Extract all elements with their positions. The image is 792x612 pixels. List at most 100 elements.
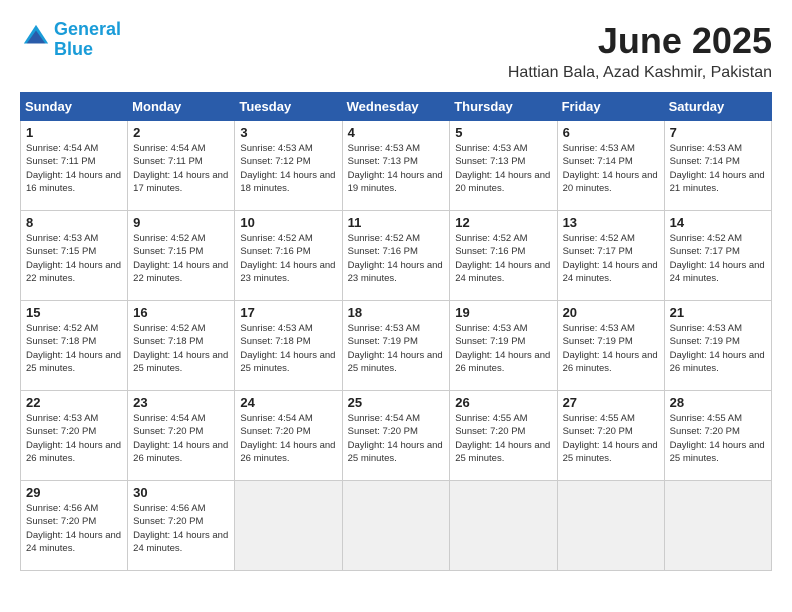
day-info: Sunrise: 4:55 AM Sunset: 7:20 PM Dayligh…: [670, 412, 766, 465]
day-info: Sunrise: 4:54 AM Sunset: 7:20 PM Dayligh…: [133, 412, 229, 465]
day-cell: 23 Sunrise: 4:54 AM Sunset: 7:20 PM Dayl…: [128, 391, 235, 481]
day-cell: 27 Sunrise: 4:55 AM Sunset: 7:20 PM Dayl…: [557, 391, 664, 481]
day-info: Sunrise: 4:53 AM Sunset: 7:18 PM Dayligh…: [240, 322, 336, 375]
day-cell: 16 Sunrise: 4:52 AM Sunset: 7:18 PM Dayl…: [128, 301, 235, 391]
day-info: Sunrise: 4:53 AM Sunset: 7:14 PM Dayligh…: [670, 142, 766, 195]
day-info: Sunrise: 4:53 AM Sunset: 7:19 PM Dayligh…: [348, 322, 445, 375]
day-info: Sunrise: 4:53 AM Sunset: 7:19 PM Dayligh…: [563, 322, 659, 375]
day-cell: 7 Sunrise: 4:53 AM Sunset: 7:14 PM Dayli…: [664, 121, 771, 211]
day-info: Sunrise: 4:52 AM Sunset: 7:18 PM Dayligh…: [26, 322, 122, 375]
day-info: Sunrise: 4:52 AM Sunset: 7:16 PM Dayligh…: [348, 232, 445, 285]
day-number: 10: [240, 215, 336, 230]
day-cell: 10 Sunrise: 4:52 AM Sunset: 7:16 PM Dayl…: [235, 211, 342, 301]
day-number: 20: [563, 305, 659, 320]
day-info: Sunrise: 4:54 AM Sunset: 7:11 PM Dayligh…: [133, 142, 229, 195]
day-number: 27: [563, 395, 659, 410]
day-info: Sunrise: 4:53 AM Sunset: 7:19 PM Dayligh…: [455, 322, 551, 375]
day-number: 17: [240, 305, 336, 320]
day-info: Sunrise: 4:54 AM Sunset: 7:11 PM Dayligh…: [26, 142, 122, 195]
day-number: 5: [455, 125, 551, 140]
location-title: Hattian Bala, Azad Kashmir, Pakistan: [508, 64, 772, 82]
day-number: 26: [455, 395, 551, 410]
day-info: Sunrise: 4:53 AM Sunset: 7:13 PM Dayligh…: [455, 142, 551, 195]
logo-text: General Blue: [54, 20, 121, 60]
weekday-header-tuesday: Tuesday: [235, 93, 342, 121]
day-info: Sunrise: 4:52 AM Sunset: 7:18 PM Dayligh…: [133, 322, 229, 375]
day-cell: 29 Sunrise: 4:56 AM Sunset: 7:20 PM Dayl…: [21, 481, 128, 571]
day-cell: 30 Sunrise: 4:56 AM Sunset: 7:20 PM Dayl…: [128, 481, 235, 571]
day-cell: 28 Sunrise: 4:55 AM Sunset: 7:20 PM Dayl…: [664, 391, 771, 481]
day-number: 9: [133, 215, 229, 230]
day-number: 18: [348, 305, 445, 320]
day-number: 4: [348, 125, 445, 140]
day-cell: 25 Sunrise: 4:54 AM Sunset: 7:20 PM Dayl…: [342, 391, 450, 481]
day-info: Sunrise: 4:53 AM Sunset: 7:19 PM Dayligh…: [670, 322, 766, 375]
day-info: Sunrise: 4:52 AM Sunset: 7:17 PM Dayligh…: [670, 232, 766, 285]
day-cell: 20 Sunrise: 4:53 AM Sunset: 7:19 PM Dayl…: [557, 301, 664, 391]
day-number: 16: [133, 305, 229, 320]
weekday-header-sunday: Sunday: [21, 93, 128, 121]
day-number: 12: [455, 215, 551, 230]
day-info: Sunrise: 4:56 AM Sunset: 7:20 PM Dayligh…: [26, 502, 122, 555]
day-cell: 14 Sunrise: 4:52 AM Sunset: 7:17 PM Dayl…: [664, 211, 771, 301]
day-number: 23: [133, 395, 229, 410]
day-number: 30: [133, 485, 229, 500]
weekday-header-row: SundayMondayTuesdayWednesdayThursdayFrid…: [21, 93, 772, 121]
logo-icon: [22, 23, 50, 51]
day-info: Sunrise: 4:54 AM Sunset: 7:20 PM Dayligh…: [348, 412, 445, 465]
weekday-header-friday: Friday: [557, 93, 664, 121]
day-cell: 9 Sunrise: 4:52 AM Sunset: 7:15 PM Dayli…: [128, 211, 235, 301]
day-cell: 4 Sunrise: 4:53 AM Sunset: 7:13 PM Dayli…: [342, 121, 450, 211]
day-cell: 6 Sunrise: 4:53 AM Sunset: 7:14 PM Dayli…: [557, 121, 664, 211]
logo: General Blue: [20, 20, 121, 60]
month-title: June 2025: [508, 20, 772, 62]
day-cell: 17 Sunrise: 4:53 AM Sunset: 7:18 PM Dayl…: [235, 301, 342, 391]
day-number: 28: [670, 395, 766, 410]
day-cell: 22 Sunrise: 4:53 AM Sunset: 7:20 PM Dayl…: [21, 391, 128, 481]
day-number: 2: [133, 125, 229, 140]
weekday-header-monday: Monday: [128, 93, 235, 121]
day-cell: 2 Sunrise: 4:54 AM Sunset: 7:11 PM Dayli…: [128, 121, 235, 211]
day-info: Sunrise: 4:52 AM Sunset: 7:16 PM Dayligh…: [240, 232, 336, 285]
day-cell: 18 Sunrise: 4:53 AM Sunset: 7:19 PM Dayl…: [342, 301, 450, 391]
day-cell: 1 Sunrise: 4:54 AM Sunset: 7:11 PM Dayli…: [21, 121, 128, 211]
week-row-2: 8 Sunrise: 4:53 AM Sunset: 7:15 PM Dayli…: [21, 211, 772, 301]
calendar-table: SundayMondayTuesdayWednesdayThursdayFrid…: [20, 92, 772, 571]
day-info: Sunrise: 4:53 AM Sunset: 7:14 PM Dayligh…: [563, 142, 659, 195]
page-header: General Blue June 2025 Hattian Bala, Aza…: [20, 20, 772, 82]
day-number: 29: [26, 485, 122, 500]
day-info: Sunrise: 4:52 AM Sunset: 7:15 PM Dayligh…: [133, 232, 229, 285]
title-area: June 2025 Hattian Bala, Azad Kashmir, Pa…: [508, 20, 772, 82]
week-row-5: 29 Sunrise: 4:56 AM Sunset: 7:20 PM Dayl…: [21, 481, 772, 571]
day-cell: [450, 481, 557, 571]
day-number: 3: [240, 125, 336, 140]
day-info: Sunrise: 4:56 AM Sunset: 7:20 PM Dayligh…: [133, 502, 229, 555]
day-cell: 26 Sunrise: 4:55 AM Sunset: 7:20 PM Dayl…: [450, 391, 557, 481]
week-row-4: 22 Sunrise: 4:53 AM Sunset: 7:20 PM Dayl…: [21, 391, 772, 481]
weekday-header-wednesday: Wednesday: [342, 93, 450, 121]
day-cell: [664, 481, 771, 571]
day-number: 25: [348, 395, 445, 410]
day-info: Sunrise: 4:53 AM Sunset: 7:20 PM Dayligh…: [26, 412, 122, 465]
day-info: Sunrise: 4:54 AM Sunset: 7:20 PM Dayligh…: [240, 412, 336, 465]
day-cell: 8 Sunrise: 4:53 AM Sunset: 7:15 PM Dayli…: [21, 211, 128, 301]
day-number: 15: [26, 305, 122, 320]
day-cell: 19 Sunrise: 4:53 AM Sunset: 7:19 PM Dayl…: [450, 301, 557, 391]
day-number: 8: [26, 215, 122, 230]
day-cell: 13 Sunrise: 4:52 AM Sunset: 7:17 PM Dayl…: [557, 211, 664, 301]
day-cell: 11 Sunrise: 4:52 AM Sunset: 7:16 PM Dayl…: [342, 211, 450, 301]
day-info: Sunrise: 4:52 AM Sunset: 7:17 PM Dayligh…: [563, 232, 659, 285]
day-cell: 24 Sunrise: 4:54 AM Sunset: 7:20 PM Dayl…: [235, 391, 342, 481]
week-row-3: 15 Sunrise: 4:52 AM Sunset: 7:18 PM Dayl…: [21, 301, 772, 391]
day-number: 19: [455, 305, 551, 320]
day-number: 6: [563, 125, 659, 140]
day-info: Sunrise: 4:52 AM Sunset: 7:16 PM Dayligh…: [455, 232, 551, 285]
day-number: 7: [670, 125, 766, 140]
day-number: 22: [26, 395, 122, 410]
day-number: 11: [348, 215, 445, 230]
day-number: 1: [26, 125, 122, 140]
weekday-header-thursday: Thursday: [450, 93, 557, 121]
day-info: Sunrise: 4:53 AM Sunset: 7:15 PM Dayligh…: [26, 232, 122, 285]
day-number: 24: [240, 395, 336, 410]
day-cell: 5 Sunrise: 4:53 AM Sunset: 7:13 PM Dayli…: [450, 121, 557, 211]
